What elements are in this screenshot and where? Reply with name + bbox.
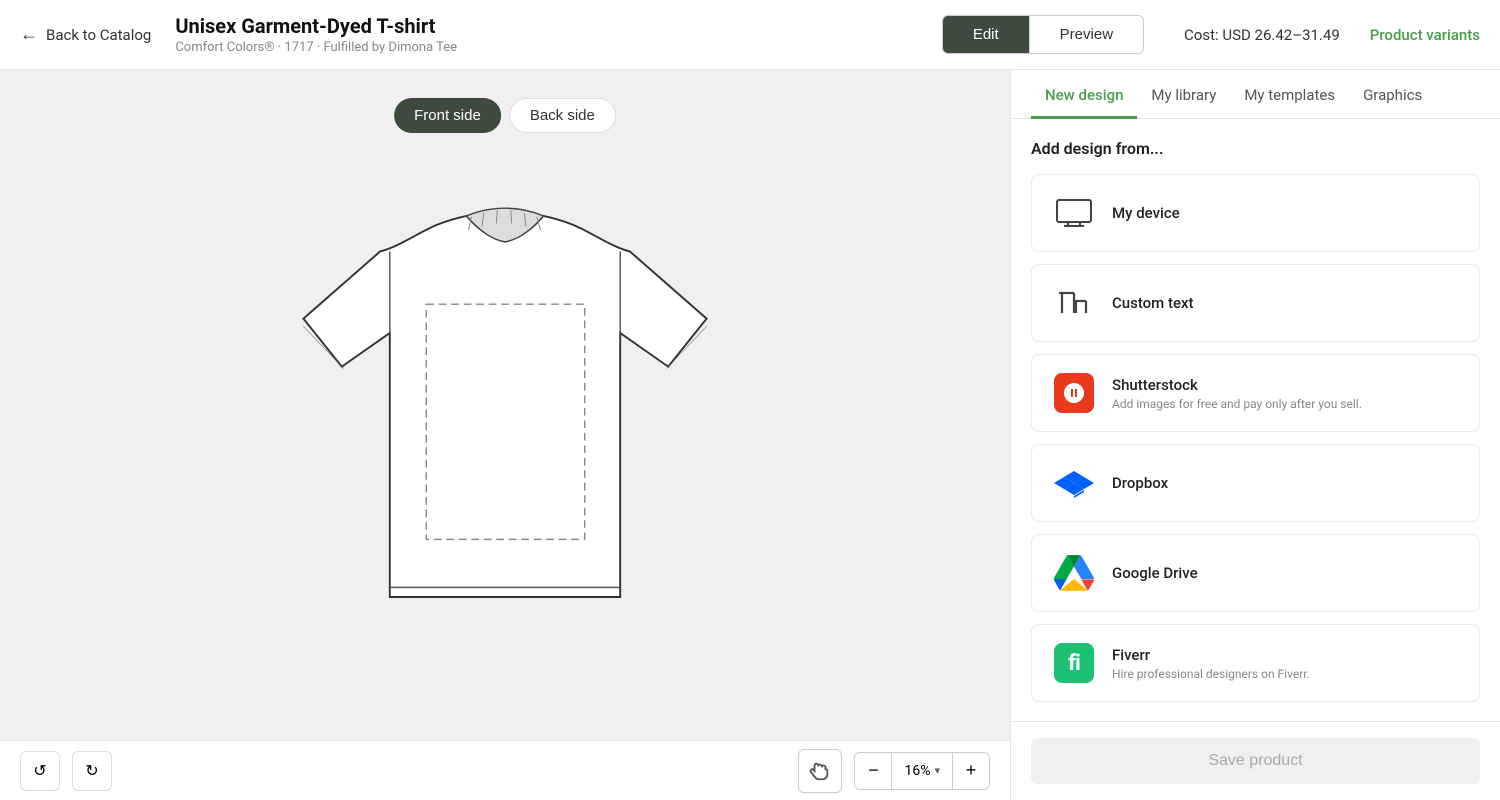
save-product-button[interactable]: Save product — [1031, 738, 1480, 784]
back-label: Back to Catalog — [46, 26, 151, 44]
option-shutterstock[interactable]: Shutterstock Add images for free and pay… — [1031, 354, 1480, 432]
tab-my-library[interactable]: My library — [1137, 70, 1230, 119]
fiverr-icon: fi — [1052, 641, 1096, 685]
option-my-device[interactable]: My device — [1031, 174, 1480, 252]
option-custom-text-title: Custom text — [1112, 294, 1459, 312]
zoom-value-display: 16% ▾ — [891, 753, 953, 789]
product-variants-link[interactable]: Product variants — [1370, 26, 1480, 44]
option-google-drive[interactable]: Google Drive — [1031, 534, 1480, 612]
edit-button[interactable]: Edit — [943, 16, 1029, 53]
tshirt-svg — [265, 155, 745, 655]
zoom-dropdown-icon[interactable]: ▾ — [934, 764, 940, 777]
option-my-device-title: My device — [1112, 204, 1459, 222]
tab-new-design[interactable]: New design — [1031, 70, 1137, 119]
dropbox-icon — [1052, 461, 1096, 505]
tshirt-container — [0, 70, 1010, 740]
monitor-icon — [1052, 191, 1096, 235]
zoom-in-button[interactable]: + — [953, 753, 989, 789]
option-google-drive-title: Google Drive — [1112, 564, 1459, 582]
option-shutterstock-text: Shutterstock Add images for free and pay… — [1112, 376, 1459, 411]
back-side-tab[interactable]: Back side — [509, 98, 616, 133]
tab-graphics[interactable]: Graphics — [1349, 70, 1436, 119]
product-info: Unisex Garment-Dyed T-shirt Comfort Colo… — [175, 14, 941, 55]
back-arrow-icon: ← — [20, 24, 38, 45]
option-fiverr[interactable]: fi Fiverr Hire professional designers on… — [1031, 624, 1480, 702]
back-to-catalog-link[interactable]: ← Back to Catalog — [20, 24, 151, 45]
option-custom-text[interactable]: Custom text — [1031, 264, 1480, 342]
cost-display: Cost: USD 26.42–31.49 — [1184, 26, 1340, 44]
right-panel: New design My library My templates Graph… — [1010, 70, 1500, 800]
option-shutterstock-title: Shutterstock — [1112, 376, 1459, 394]
option-google-drive-text: Google Drive — [1112, 564, 1459, 582]
panel-tabs: New design My library My templates Graph… — [1011, 70, 1500, 119]
side-tabs: Front side Back side — [394, 98, 616, 133]
header: ← Back to Catalog Unisex Garment-Dyed T-… — [0, 0, 1500, 70]
option-dropbox[interactable]: Dropbox — [1031, 444, 1480, 522]
undo-button[interactable]: ↺ — [20, 751, 60, 791]
edit-preview-toggle: Edit Preview — [942, 15, 1144, 54]
tab-my-templates[interactable]: My templates — [1230, 70, 1349, 119]
hand-icon — [809, 760, 831, 782]
front-side-tab[interactable]: Front side — [394, 98, 501, 133]
option-dropbox-title: Dropbox — [1112, 474, 1459, 492]
option-fiverr-text: Fiverr Hire professional designers on Fi… — [1112, 646, 1459, 681]
shutterstock-icon — [1052, 371, 1096, 415]
option-dropbox-text: Dropbox — [1112, 474, 1459, 492]
product-title: Unisex Garment-Dyed T-shirt — [175, 14, 941, 38]
product-subtitle: Comfort Colors® · 1717 · Fulfilled by Di… — [175, 40, 941, 55]
bottom-toolbar: ↺ ↻ − 16% ▾ + — [0, 740, 1010, 800]
option-fiverr-title: Fiverr — [1112, 646, 1459, 664]
option-my-device-text: My device — [1112, 204, 1459, 222]
main-content: Front side Back side — [0, 70, 1500, 800]
save-section: Save product — [1011, 721, 1500, 800]
canvas-area: Front side Back side — [0, 70, 1010, 800]
pan-tool-button[interactable] — [798, 749, 842, 793]
option-shutterstock-sub: Add images for free and pay only after y… — [1112, 397, 1459, 411]
preview-button[interactable]: Preview — [1029, 16, 1143, 53]
text-icon — [1052, 281, 1096, 325]
panel-content: Add design from... My device — [1011, 119, 1500, 721]
google-drive-icon — [1052, 551, 1096, 595]
zoom-controls: − 16% ▾ + — [854, 752, 990, 790]
option-fiverr-sub: Hire professional designers on Fiverr. — [1112, 667, 1459, 681]
add-design-label: Add design from... — [1031, 139, 1480, 158]
redo-button[interactable]: ↻ — [72, 751, 112, 791]
option-custom-text-text: Custom text — [1112, 294, 1459, 312]
zoom-out-button[interactable]: − — [855, 753, 891, 789]
